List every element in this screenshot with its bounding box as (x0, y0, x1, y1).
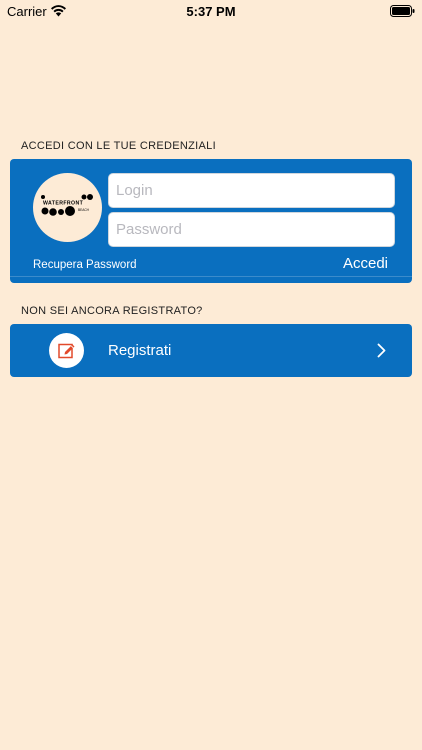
register-button[interactable]: Registrati (10, 324, 412, 377)
card-divider (10, 276, 412, 277)
edit-note-icon (58, 343, 75, 359)
login-input[interactable] (108, 173, 395, 208)
battery-icon (390, 5, 415, 17)
clock: 5:37 PM (186, 4, 236, 19)
waterfront-logo: WATERFRONT BEACH (33, 173, 102, 242)
svg-text:WATERFRONT: WATERFRONT (43, 201, 84, 207)
logo-mark-icon: WATERFRONT BEACH (41, 194, 93, 216)
password-input[interactable] (108, 212, 395, 247)
recover-password-link[interactable]: Recupera Password (33, 259, 137, 271)
login-button[interactable]: Accedi (343, 255, 388, 272)
register-label: Registrati (108, 342, 172, 359)
status-bar: Carrier 5:37 PM (0, 0, 422, 22)
chevron-right-icon (377, 343, 386, 358)
register-icon-circle (49, 333, 84, 368)
svg-text:BEACH: BEACH (78, 208, 90, 212)
login-card: WATERFRONT BEACH Recupera Password Acced… (10, 159, 412, 283)
login-section-heading: ACCEDI CON LE TUE CREDENZIALI (21, 140, 216, 152)
register-section-heading: NON SEI ANCORA REGISTRATO? (21, 305, 203, 317)
